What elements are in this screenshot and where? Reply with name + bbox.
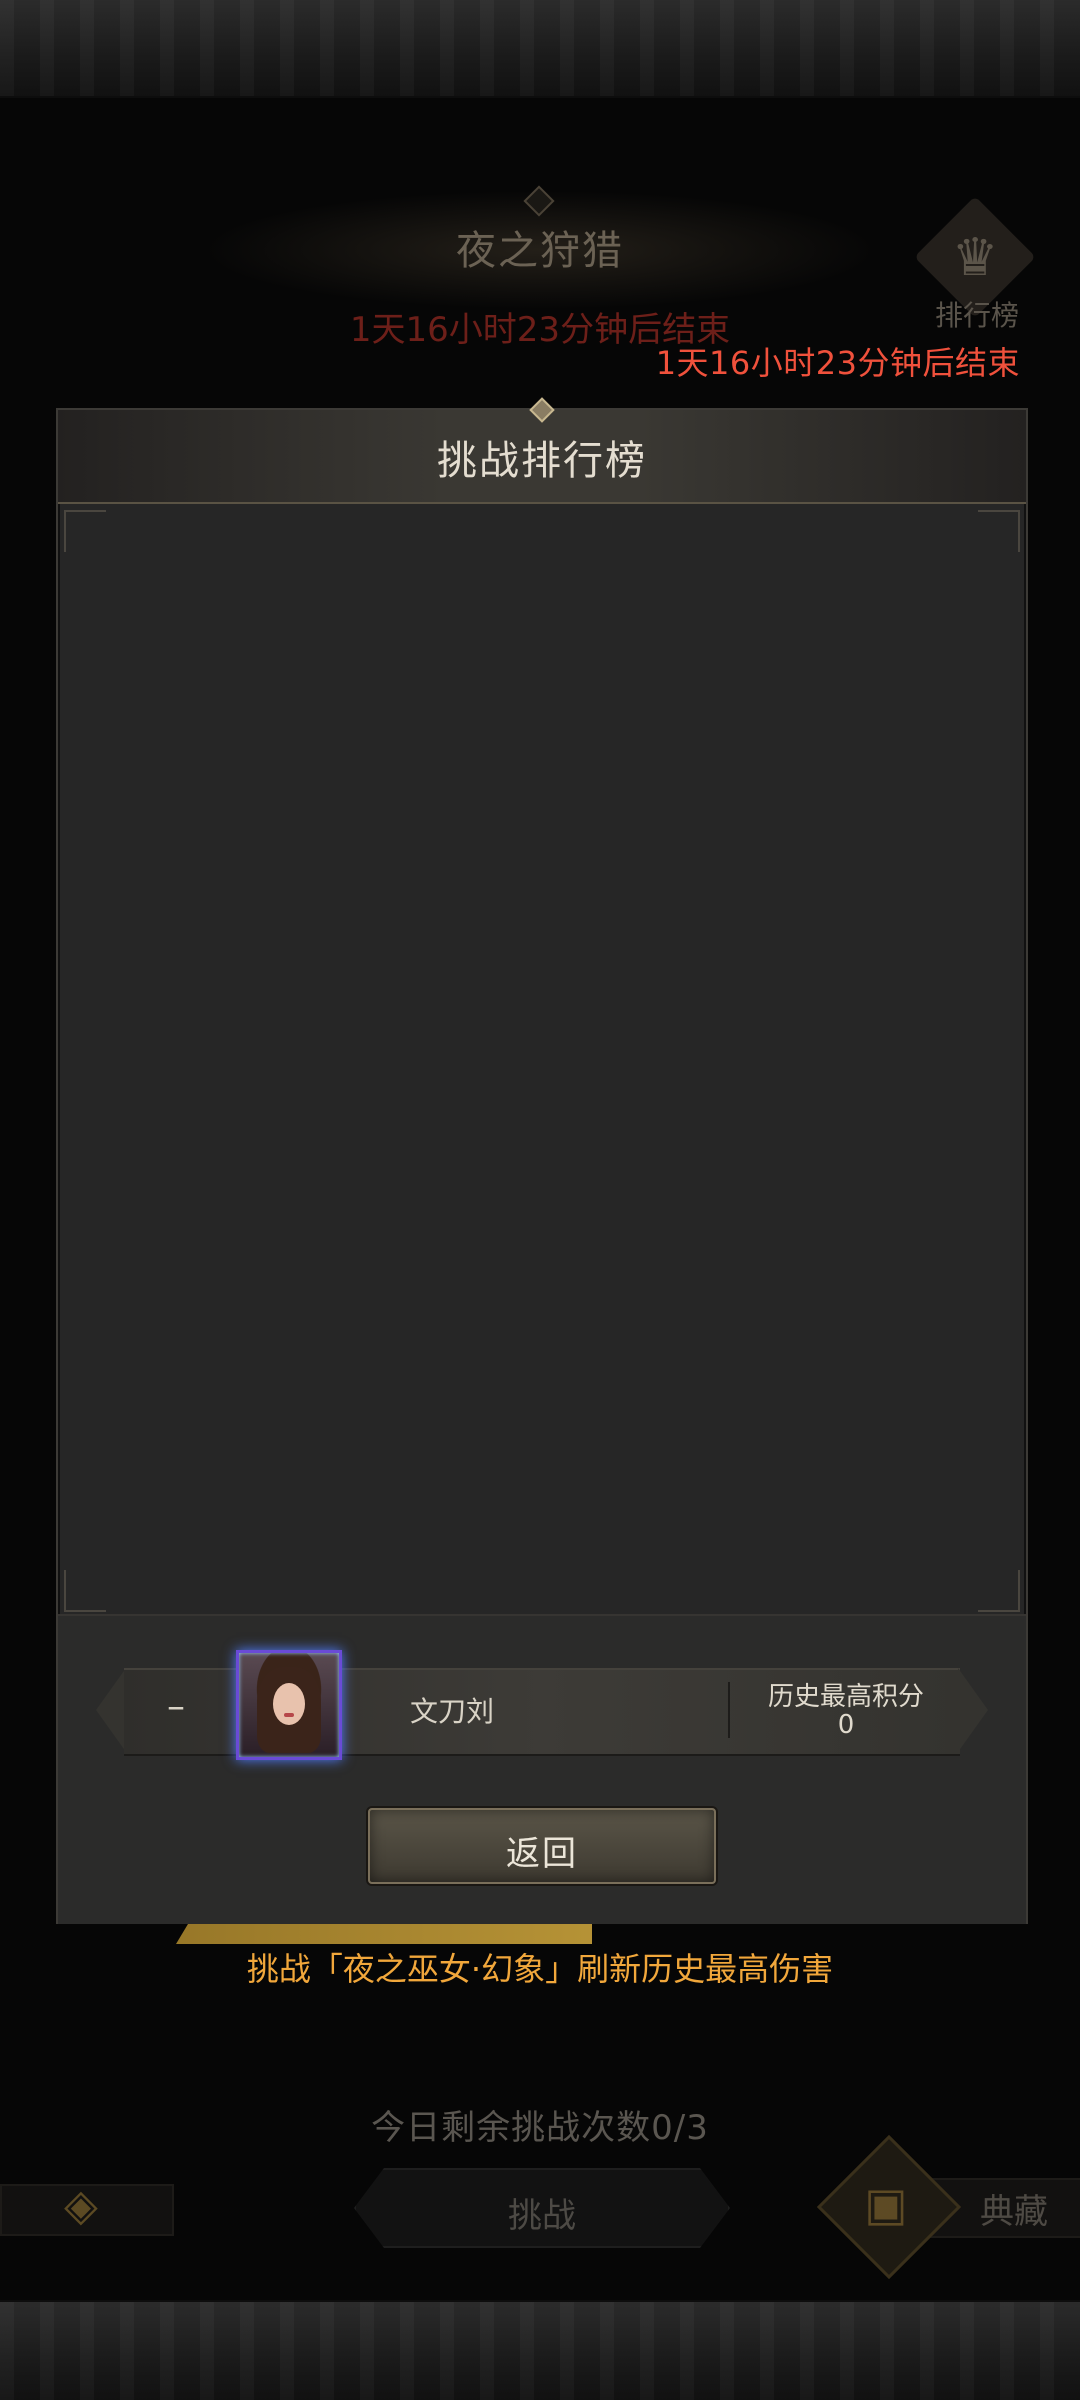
collection-button[interactable]: ▣ 典藏 [808,2134,1080,2280]
challenge-hint: 挑战「夜之巫女·幻象」刷新历史最高伤害 [246,1950,834,1988]
collection-label: 典藏 [980,2192,1048,2232]
left-nav-button[interactable]: ◈ [0,2156,190,2256]
my-rank-value: – [167,1686,185,1727]
countdown-timer: 1天16小时23分钟后结束 [655,344,1020,382]
leaderboard-button-label: 排行榜 [934,299,1019,332]
dialog-title: 挑战排行榜 [437,438,647,484]
event-title: 夜之狩猎 [456,228,624,274]
avatar-face [273,1683,305,1725]
hint-progress-bar [176,1924,592,1944]
dialog-header: 挑战排行榜 [58,397,1026,504]
challenge-button-label: 挑战 [508,2196,576,2236]
row-cap-right [958,1668,988,1752]
avatar-portrait [236,1650,342,1760]
challenge-button[interactable]: 挑战 [354,2168,730,2248]
dialog-footer: – 文刀刘 历史最高积分 0 返回 [58,1614,1026,1924]
best-score-label: 历史最高积分 [767,1682,924,1712]
player-avatar[interactable] [236,1650,342,1760]
screen: 夜之狩猎 1天16小时23分钟后结束 ♛ 排行榜 1天16小时23分钟后结束 挑… [0,0,1080,2400]
header-ornament-icon [529,397,555,423]
back-button[interactable]: 返回 [368,1808,716,1884]
top-stone-border [0,0,1080,98]
best-score-value: 0 [837,1710,855,1740]
leaderboard-dialog: 挑战排行榜 – 文刀刘 历史最高积分 0 返回 [56,397,1028,1924]
row-divider [728,1682,730,1738]
back-arrow-icon: ◈ [64,2180,98,2231]
bottom-stone-border [0,2300,1080,2400]
player-name: 文刀刘 [409,1695,494,1728]
crown-icon: ♛ [951,228,999,288]
row-cap-left [96,1668,126,1752]
ranking-list[interactable] [78,520,1006,1610]
chest-icon: ▣ [864,2177,908,2231]
my-rank-row: – 文刀刘 历史最高积分 0 [96,1650,988,1760]
back-button-label: 返回 [506,1834,578,1874]
avatar-lips [284,1713,294,1717]
